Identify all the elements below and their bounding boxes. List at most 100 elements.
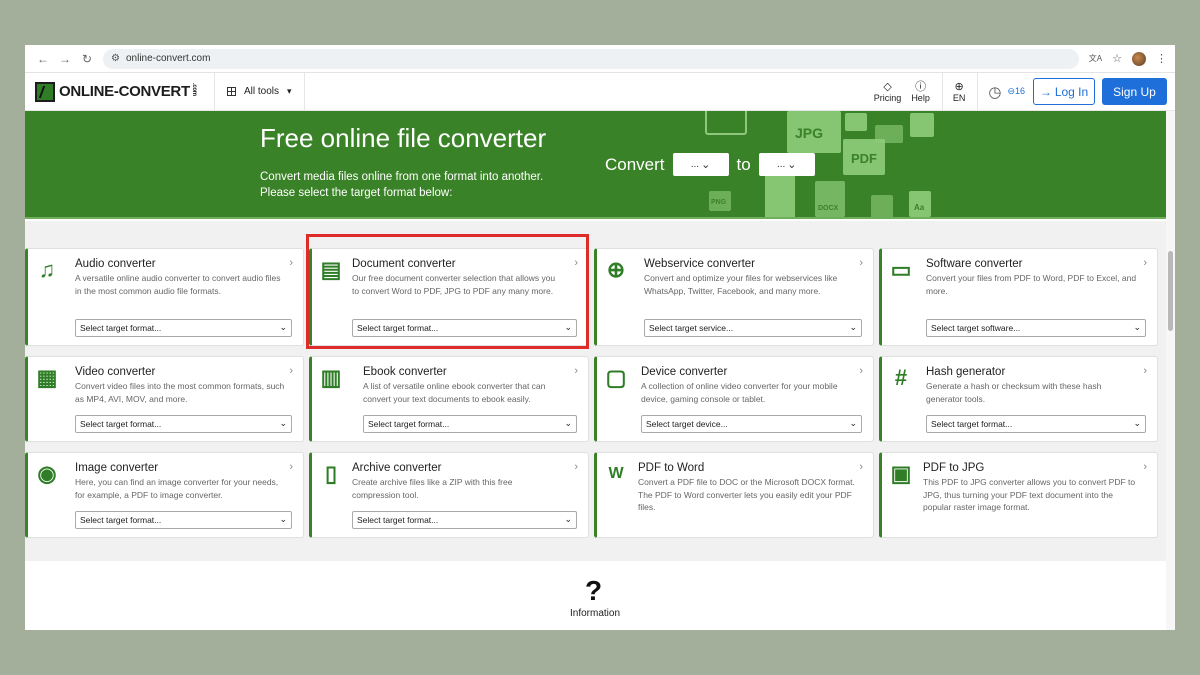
chevron-right-icon: › [574, 461, 578, 473]
highlight-box [306, 234, 589, 349]
target-service-select[interactable]: Select target service... ⌄ [644, 319, 862, 337]
chevron-right-icon: › [289, 257, 293, 269]
card-image-converter[interactable]: ◉ Image converter Here, you can find an … [25, 452, 304, 538]
target-format-select[interactable]: Select target format... ⌄ [75, 415, 292, 433]
card-description: Convert and optimize your files for webs… [644, 273, 838, 296]
hash-icon: # [894, 365, 908, 390]
target-format-select[interactable]: Select target format... ⌄ [363, 415, 577, 433]
card-pdf-to-word[interactable]: W PDF to Word Convert a PDF file to DOC … [594, 452, 874, 538]
forward-icon[interactable]: → [55, 49, 75, 69]
music-note-icon: ♫ [38, 257, 56, 282]
card-title: Audio converter [75, 258, 156, 270]
target-software-select[interactable]: Select target software... ⌄ [926, 319, 1146, 337]
language-selector[interactable]: ⊕ EN [953, 81, 966, 103]
login-button[interactable]: → Log In [1033, 78, 1095, 105]
browser-window: ← → ↻ ⚙ online-convert.com 文A ☆ ⋮ ONLINE… [25, 45, 1175, 630]
all-tools-menu[interactable]: All tools ▾ [215, 73, 305, 110]
books-icon: ▥ [320, 365, 342, 390]
address-bar[interactable]: ⚙ online-convert.com [103, 48, 1079, 69]
scrollbar-thumb[interactable] [1168, 251, 1173, 331]
help-link[interactable]: ⓘ Help [911, 81, 930, 103]
translate-icon[interactable]: 文A [1089, 53, 1102, 64]
credits-counter[interactable]: ⊖16 [1007, 86, 1025, 97]
site-settings-icon[interactable]: ⚙ [111, 53, 120, 64]
pricing-label: Pricing [873, 92, 902, 103]
convert-label: Convert [605, 154, 665, 174]
chevron-right-icon: › [1143, 257, 1147, 269]
globe-icon: ⊕ [954, 80, 964, 93]
card-title: Image converter [75, 462, 159, 474]
chevron-right-icon: › [1143, 461, 1147, 473]
card-title: Webservice converter [644, 258, 755, 270]
profile-avatar[interactable] [1132, 51, 1146, 66]
globe-icon: ⊕ [606, 257, 626, 282]
camera-icon: ◉ [37, 461, 57, 486]
card-webservice-converter[interactable]: ⊕ Webservice converter Convert and optim… [594, 248, 874, 346]
chevron-right-icon: › [859, 257, 863, 269]
card-description: A collection of online video converter f… [641, 381, 838, 404]
browser-toolbar: ← → ↻ ⚙ online-convert.com 文A ☆ ⋮ [25, 45, 1175, 73]
file-small-icon-2 [871, 195, 893, 217]
tag-icon: ◇ [883, 80, 892, 93]
tablet-icon: ▢ [605, 365, 627, 390]
chevron-right-icon: › [574, 365, 578, 377]
card-description: Create archive files like a ZIP with thi… [352, 477, 513, 500]
help-label: Help [911, 92, 930, 103]
card-ebook-converter[interactable]: ▥ Ebook converter A list of versatile on… [309, 356, 589, 442]
monitor-icon: ▭ [890, 257, 912, 282]
archive-icon: ▯ [324, 461, 338, 486]
card-description: Here, you can find an image converter fo… [75, 477, 279, 500]
reload-icon[interactable]: ↻ [77, 49, 97, 69]
target-format-select[interactable]: Select target format... ⌄ [926, 415, 1146, 433]
divider [941, 72, 943, 111]
card-software-converter[interactable]: ▭ Software converter Convert your files … [879, 248, 1158, 346]
chevron-right-icon: › [1143, 365, 1147, 377]
card-archive-converter[interactable]: ▯ Archive converter Create archive files… [309, 452, 589, 538]
target-format-select[interactable]: Select target format... ⌄ [75, 511, 292, 529]
site-header: ONLINE-CONVERT.com All tools ▾ ◇ Pricing… [25, 72, 1175, 111]
target-device-select[interactable]: Select target device... ⌄ [641, 415, 862, 433]
question-mark-icon: ? [585, 575, 603, 606]
card-title: PDF to JPG [923, 462, 985, 474]
converter-grid: ♫ Audio converter A versatile online aud… [25, 221, 1166, 561]
star-icon[interactable]: ☆ [1112, 52, 1122, 65]
language-label: EN [952, 92, 966, 103]
hero-banner: JPG PDF DOCX PNG Aa Free online file con… [25, 111, 1166, 219]
divider [977, 72, 979, 111]
signup-button[interactable]: Sign Up [1102, 78, 1167, 105]
scrollbar[interactable] [1166, 111, 1175, 630]
information-section: ? Information [25, 565, 1166, 630]
logo-icon [35, 81, 55, 102]
card-description: Convert video files into the most common… [75, 381, 285, 404]
pricing-link[interactable]: ◇ Pricing [874, 81, 902, 103]
card-pdf-to-jpg[interactable]: ▣ PDF to JPG This PDF to JPG converter a… [879, 452, 1158, 538]
login-arrow-icon: → [1039, 84, 1052, 99]
png-icon-label: PNG [711, 199, 727, 206]
kebab-menu-icon[interactable]: ⋮ [1156, 52, 1167, 65]
card-title: Software converter [926, 258, 1023, 270]
card-title: Archive converter [352, 462, 442, 474]
target-format-select[interactable]: Select target format... ⌄ [75, 319, 292, 337]
information-label: Information [569, 608, 621, 619]
chevron-right-icon: › [859, 461, 863, 473]
card-video-converter[interactable]: ▦ Video converter Convert video files in… [25, 356, 304, 442]
image-icon: ▣ [890, 461, 912, 486]
card-title: PDF to Word [638, 462, 705, 474]
jpg-icon-label: JPG [795, 125, 824, 141]
target-format-select[interactable]: Select target format... ⌄ [352, 511, 577, 529]
card-audio-converter[interactable]: ♫ Audio converter A versatile online aud… [25, 248, 304, 346]
history-icon[interactable]: ◷ [988, 83, 1001, 101]
back-icon[interactable]: ← [33, 49, 53, 69]
card-device-converter[interactable]: ▢ Device converter A collection of onlin… [594, 356, 874, 442]
card-description: Convert a PDF file to DOC or the Microso… [638, 477, 855, 512]
card-description: This PDF to JPG converter allows you to … [923, 477, 1136, 512]
url-text: online-convert.com [125, 53, 211, 64]
to-format-select[interactable]: ... ⌄ [758, 153, 815, 176]
card-hash-generator[interactable]: # Hash generator Generate a hash or chec… [879, 356, 1158, 442]
film-icon: ▦ [36, 365, 58, 390]
from-format-select[interactable]: ... ⌄ [672, 153, 729, 176]
to-label: to [736, 154, 751, 174]
site-logo[interactable]: ONLINE-CONVERT.com [25, 73, 215, 110]
bar-chart-icon [910, 113, 934, 137]
help-icon: ⓘ [915, 80, 927, 93]
